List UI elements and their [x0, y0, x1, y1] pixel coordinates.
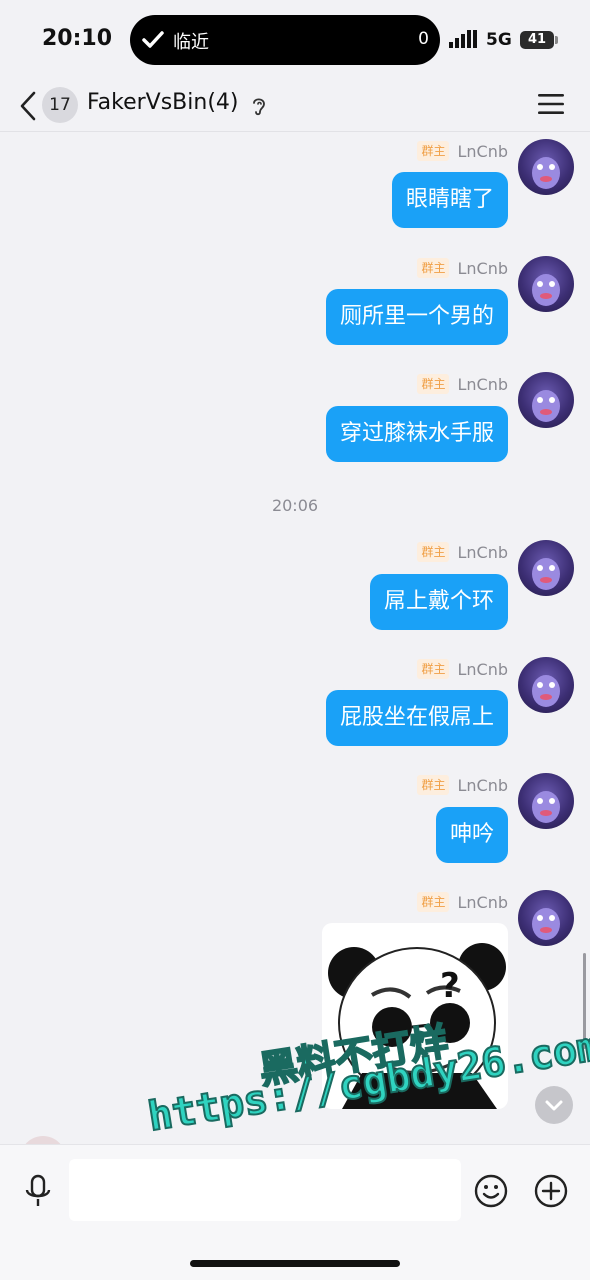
cartoon-avatar-icon — [532, 675, 560, 707]
cartoon-avatar-icon — [532, 558, 560, 590]
avatar[interactable] — [518, 890, 574, 946]
role-badge: 群主 — [417, 141, 450, 161]
ear-icon[interactable] — [250, 94, 268, 118]
hamburger-menu-icon[interactable] — [538, 93, 564, 115]
avatar[interactable] — [518, 773, 574, 829]
emoji-icon[interactable] — [474, 1174, 508, 1208]
message-meta: 群主 LnCnb — [417, 774, 508, 796]
chat-header: 17 FakerVsBin(4) — [0, 80, 590, 132]
message-input[interactable] — [69, 1159, 461, 1221]
check-icon — [142, 31, 164, 48]
island-label: 临近 — [173, 32, 209, 53]
role-badge: 群主 — [417, 542, 450, 562]
message-meta: 群主 LnCnb — [417, 373, 508, 395]
message-bubble[interactable]: 屌上戴个环 — [369, 574, 508, 630]
sender-name[interactable]: LnCnb — [457, 375, 508, 394]
chat-title[interactable]: FakerVsBin(4) — [87, 90, 238, 115]
message-meta: 群主 LnCnb — [417, 891, 508, 913]
sender-name[interactable]: LnCnb — [457, 259, 508, 278]
unread-badge[interactable]: 17 — [42, 87, 78, 123]
sender-name[interactable]: LnCnb — [457, 543, 508, 562]
scroll-to-bottom-button[interactable] — [535, 1086, 573, 1124]
signal-icon — [449, 30, 477, 48]
role-badge: 群主 — [417, 892, 450, 912]
cartoon-avatar-icon — [532, 791, 560, 823]
microphone-icon[interactable] — [24, 1174, 52, 1208]
chevron-left-icon[interactable] — [18, 90, 38, 122]
avatar[interactable] — [518, 256, 574, 312]
chevron-down-icon — [545, 1100, 563, 1111]
role-badge: 群主 — [417, 258, 450, 278]
avatar[interactable] — [518, 657, 574, 713]
avatar[interactable] — [518, 372, 574, 428]
cartoon-avatar-icon — [532, 274, 560, 306]
message-bubble[interactable]: 眼睛瞎了 — [391, 172, 508, 228]
home-indicator — [190, 1260, 400, 1267]
message-bubble[interactable]: 呻吟 — [435, 807, 508, 863]
message-meta: 群主 LnCnb — [417, 140, 508, 162]
plus-circle-icon[interactable] — [534, 1174, 568, 1208]
sender-name[interactable]: LnCnb — [457, 776, 508, 795]
role-badge: 群主 — [417, 374, 450, 394]
avatar[interactable] — [518, 540, 574, 596]
battery-icon: 41 — [520, 31, 554, 49]
svg-text:?: ? — [440, 966, 460, 1006]
message-meta: 群主 LnCnb — [417, 541, 508, 563]
role-badge: 群主 — [417, 775, 450, 795]
network-type: 5G — [486, 30, 512, 50]
message-bubble[interactable]: 厕所里一个男的 — [325, 289, 508, 345]
sender-name[interactable]: LnCnb — [457, 660, 508, 679]
cartoon-avatar-icon — [532, 908, 560, 940]
message-bubble[interactable]: 屁股坐在假屌上 — [325, 690, 508, 746]
battery-tip — [555, 36, 558, 44]
message-meta: 群主 LnCnb — [417, 257, 508, 279]
status-bar: 20:10 临近 0 5G 41 — [0, 0, 590, 80]
dynamic-island[interactable]: 临近 0 — [130, 15, 440, 65]
avatar[interactable] — [518, 139, 574, 195]
cartoon-avatar-icon — [532, 390, 560, 422]
role-badge: 群主 — [417, 659, 450, 679]
message-meta: 群主 LnCnb — [417, 658, 508, 680]
cartoon-avatar-icon — [532, 157, 560, 189]
timestamp-divider: 20:06 — [271, 496, 319, 515]
sender-name[interactable]: LnCnb — [457, 142, 508, 161]
status-time: 20:10 — [42, 26, 113, 51]
sender-name[interactable]: LnCnb — [457, 893, 508, 912]
island-count: 0 — [418, 29, 429, 49]
message-bubble[interactable]: 穿过膝袜水手服 — [325, 406, 508, 462]
